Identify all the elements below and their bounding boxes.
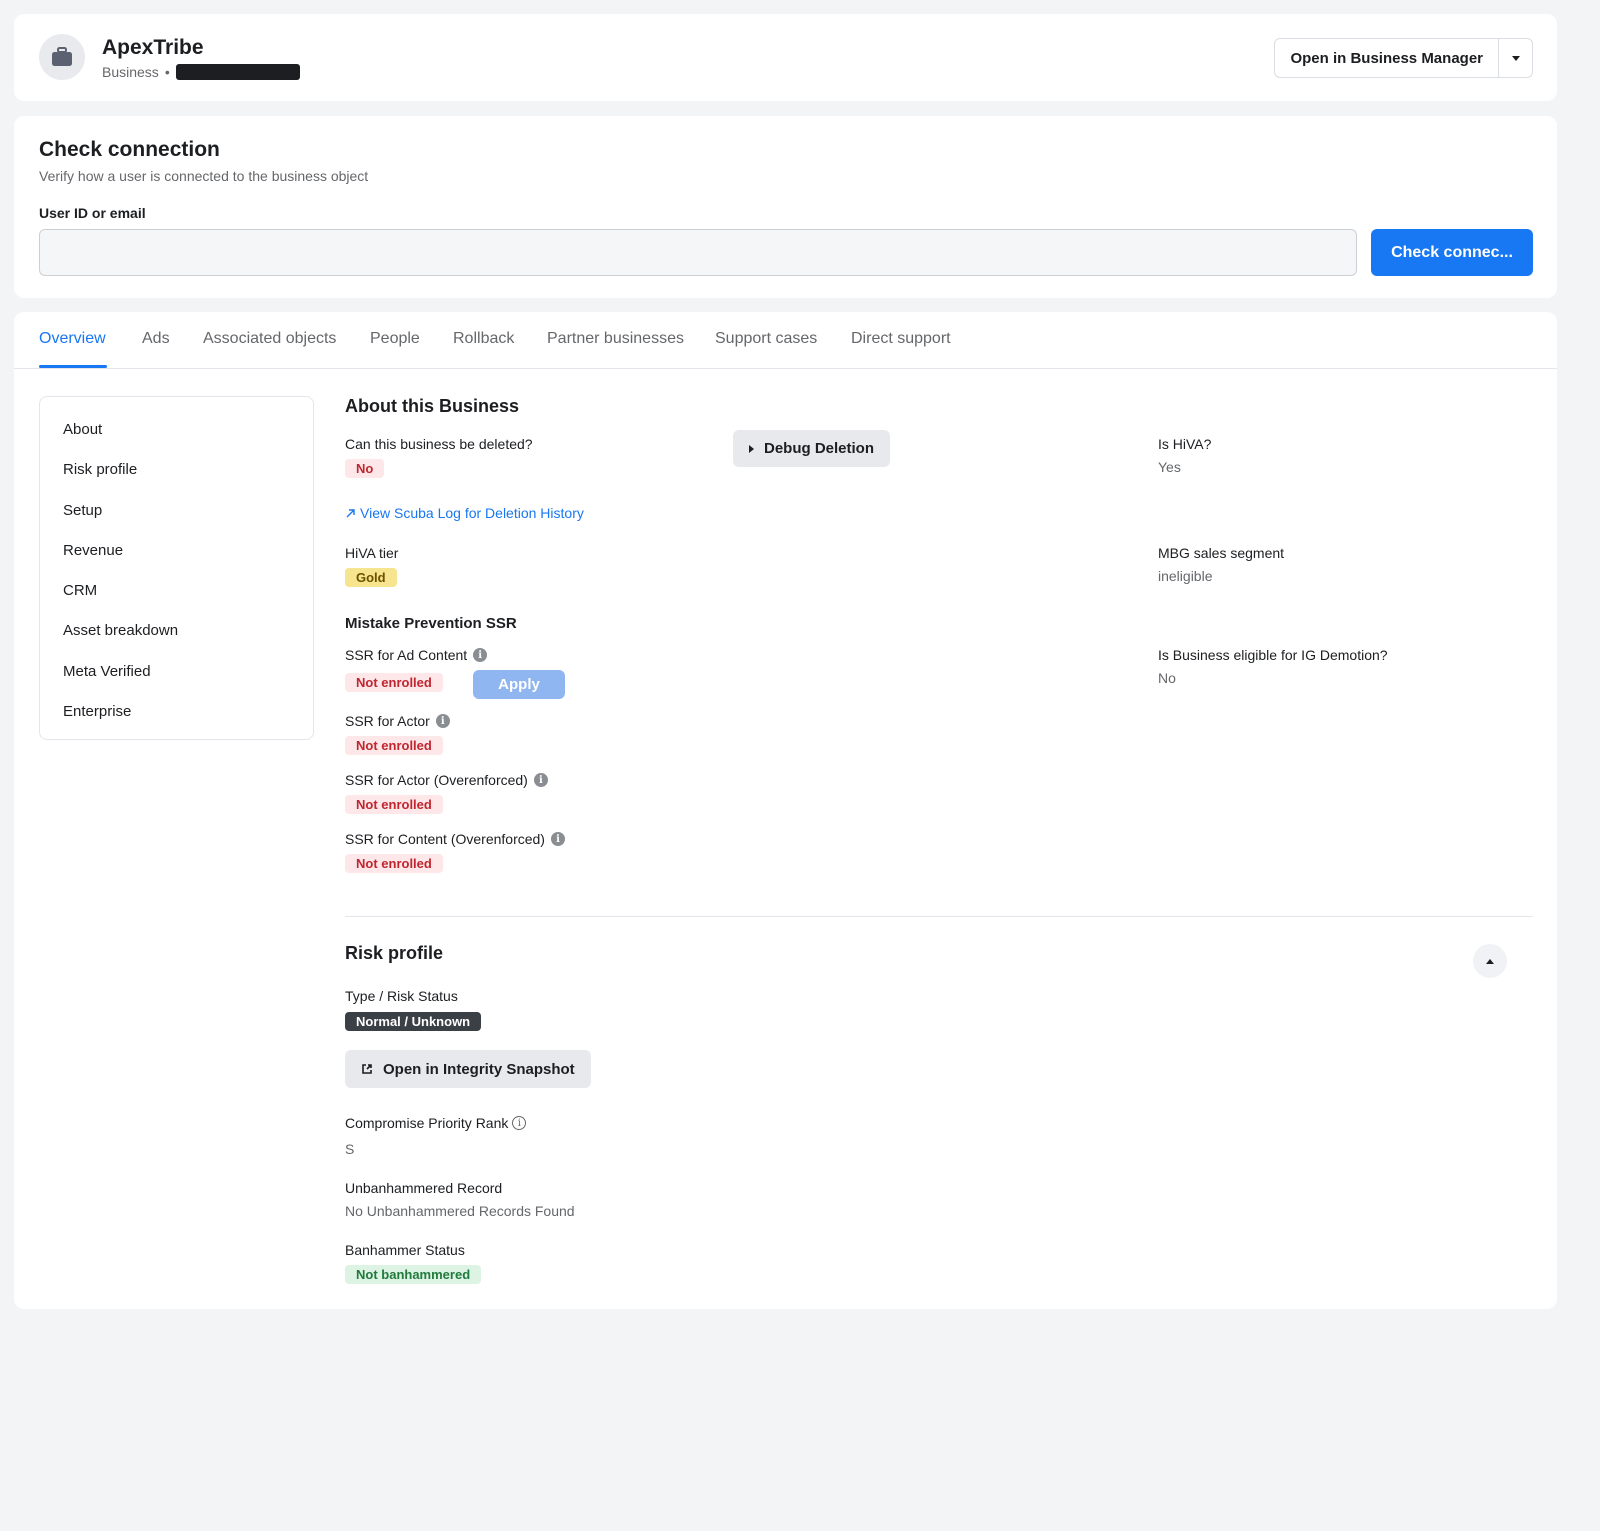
tab-direct-support[interactable]: Direct support: [851, 330, 951, 348]
priority-rank-label: Compromise Priority Rank i: [345, 1115, 527, 1131]
nav-item-risk-profile[interactable]: Risk profile: [40, 450, 313, 490]
business-avatar: [39, 34, 85, 80]
open-business-manager-button[interactable]: Open in Business Manager: [1275, 39, 1498, 77]
scuba-log-link[interactable]: View Scuba Log for Deletion History: [345, 505, 584, 521]
check-connection-button[interactable]: Check connec...: [1371, 229, 1533, 276]
tab-overview[interactable]: Overview: [39, 330, 106, 348]
user-id-label: User ID or email: [39, 205, 146, 221]
ssr-actor-label: SSR for Actor i: [345, 713, 450, 729]
open-business-manager-dropdown[interactable]: [1498, 39, 1532, 77]
active-tab-indicator: [39, 365, 107, 368]
section-divider: [345, 916, 1533, 917]
business-type: Business: [102, 64, 159, 80]
info-icon[interactable]: i: [435, 714, 450, 728]
banhammer-status-badge: Not banhammered: [345, 1265, 482, 1284]
tab-support-cases[interactable]: Support cases: [715, 330, 817, 348]
tab-partner-businesses[interactable]: Partner businesses: [547, 330, 684, 348]
collapse-risk-button[interactable]: [1473, 944, 1507, 978]
can-delete-badge: No: [345, 459, 385, 478]
business-header-card: ApexTribe Business • Open in Business Ma…: [14, 14, 1557, 101]
mbg-sales-segment-label: MBG sales segment: [1158, 545, 1285, 561]
tab-ads[interactable]: Ads: [142, 330, 170, 348]
hiva-tier-badge: Gold: [345, 568, 397, 587]
user-id-input[interactable]: [39, 229, 1357, 276]
ssr-actor-overenforced-text: SSR for Actor (Overenforced): [345, 772, 528, 788]
ssr-actor-text: SSR for Actor: [345, 713, 430, 729]
tab-people[interactable]: People: [370, 330, 420, 348]
tab-associated-objects[interactable]: Associated objects: [203, 330, 336, 348]
ssr-ad-content-label: SSR for Ad Content i: [345, 647, 488, 663]
nav-item-about[interactable]: About: [40, 410, 313, 450]
caret-down-icon: [1511, 55, 1520, 61]
ssr-content-overenforced-badge: Not enrolled: [345, 854, 443, 873]
caret-right-icon: [749, 444, 754, 453]
risk-type-label: Type / Risk Status: [345, 988, 458, 1004]
debug-deletion-button[interactable]: Debug Deletion: [733, 430, 891, 467]
ssr-actor-badge: Not enrolled: [345, 736, 443, 755]
info-icon[interactable]: i: [473, 648, 488, 662]
ssr-section-title: Mistake Prevention SSR: [345, 615, 517, 632]
debug-deletion-label: Debug Deletion: [764, 440, 875, 457]
ig-demotion-value: No: [1158, 670, 1176, 686]
caret-up-icon: [1486, 958, 1494, 964]
external-link-icon: [362, 1064, 372, 1074]
tab-bar: Overview Ads Associated objects People R…: [14, 312, 1557, 369]
apply-button[interactable]: Apply: [473, 670, 565, 699]
ssr-actor-overenforced-label: SSR for Actor (Overenforced) i: [345, 772, 548, 788]
ssr-content-overenforced-text: SSR for Content (Overenforced): [345, 831, 545, 847]
unbanhammered-value: No Unbanhammered Records Found: [345, 1203, 575, 1219]
hiva-tier-label: HiVA tier: [345, 545, 399, 561]
open-business-manager-split-button: Open in Business Manager: [1274, 38, 1533, 78]
banhammer-status-label: Banhammer Status: [345, 1242, 465, 1258]
ssr-ad-content-text: SSR for Ad Content: [345, 647, 468, 663]
ssr-ad-content-badge: Not enrolled: [345, 673, 443, 692]
unbanhammered-label: Unbanhammered Record: [345, 1180, 503, 1196]
tab-rollback[interactable]: Rollback: [453, 330, 514, 348]
ssr-content-overenforced-label: SSR for Content (Overenforced) i: [345, 831, 565, 847]
nav-item-meta-verified[interactable]: Meta Verified: [40, 652, 313, 692]
about-section-title: About this Business: [345, 396, 520, 416]
nav-item-revenue[interactable]: Revenue: [40, 531, 313, 571]
scuba-log-link-text: View Scuba Log for Deletion History: [360, 505, 584, 521]
can-delete-label: Can this business be deleted?: [345, 436, 533, 452]
ssr-actor-overenforced-badge: Not enrolled: [345, 795, 443, 814]
open-integrity-snapshot-label: Open in Integrity Snapshot: [383, 1060, 575, 1078]
nav-item-enterprise[interactable]: Enterprise: [40, 692, 313, 732]
main-content-card: Overview Ads Associated objects People R…: [14, 312, 1557, 1309]
business-subtitle: Business •: [102, 64, 300, 80]
redacted-business-id: [175, 64, 300, 80]
risk-section-title: Risk profile: [345, 943, 444, 963]
open-integrity-snapshot-button[interactable]: Open in Integrity Snapshot: [345, 1050, 591, 1088]
info-icon[interactable]: i: [533, 773, 548, 787]
info-icon[interactable]: i: [550, 832, 565, 846]
is-hiva-label: Is HiVA?: [1158, 436, 1212, 452]
priority-rank-text: Compromise Priority Rank: [345, 1115, 509, 1131]
external-arrow-icon: [346, 508, 355, 517]
business-name: ApexTribe: [102, 36, 204, 59]
priority-rank-value: S: [345, 1141, 355, 1157]
subtitle-separator: •: [164, 64, 170, 80]
is-hiva-value: Yes: [1158, 459, 1181, 475]
section-nav: About Risk profile Setup Revenue CRM Ass…: [39, 396, 314, 740]
check-connection-subtitle: Verify how a user is connected to the bu…: [39, 168, 369, 184]
check-connection-title: Check connection: [39, 138, 220, 161]
briefcase-icon: [52, 47, 72, 66]
ig-demotion-label: Is Business eligible for IG Demotion?: [1158, 647, 1388, 663]
risk-type-badge: Normal / Unknown: [345, 1012, 482, 1031]
mbg-sales-segment-value: ineligible: [1158, 568, 1213, 584]
info-outline-icon[interactable]: i: [512, 1116, 527, 1130]
nav-item-setup[interactable]: Setup: [40, 491, 313, 531]
check-connection-card: Check connection Verify how a user is co…: [14, 116, 1557, 298]
nav-item-crm[interactable]: CRM: [40, 571, 313, 611]
nav-item-asset-breakdown[interactable]: Asset breakdown: [40, 611, 313, 651]
